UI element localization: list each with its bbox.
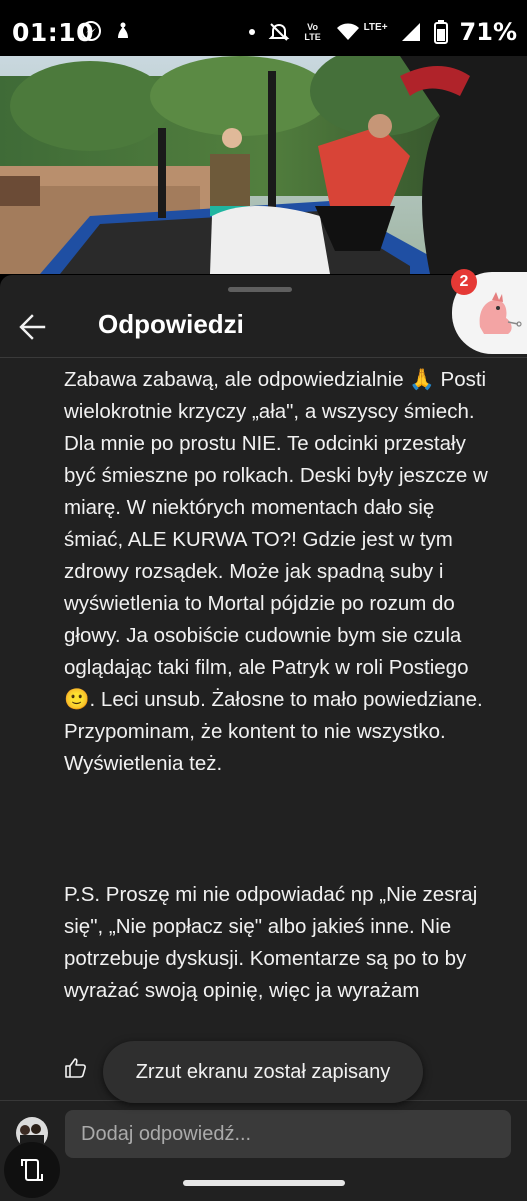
divider — [0, 357, 527, 358]
rotate-button[interactable] — [4, 1142, 60, 1198]
wifi-icon — [336, 23, 359, 40]
comment-body: Zabawa zabawą, ale odpowiedzialnie 🙏 Pos… — [64, 368, 494, 775]
signal-icon — [401, 23, 420, 41]
video-player[interactable] — [0, 56, 527, 274]
gesture-nav-handle[interactable] — [183, 1180, 345, 1186]
reply-input[interactable]: Dodaj odpowiedź... — [65, 1110, 511, 1158]
notification-badge: 2 — [451, 269, 477, 295]
screenshot-toast: Zrzut ekranu został zapisany — [103, 1041, 423, 1103]
thumbs-up-icon — [65, 1058, 86, 1078]
rotate-screen-icon — [21, 1159, 43, 1181]
dot-icon — [248, 29, 255, 35]
status-bar: 01:10 Vo LTE LTE+ 71% — [0, 0, 527, 64]
comment-ps: P.S. Proszę mi nie odpowiadać np „Nie ze… — [64, 883, 483, 1002]
like-button[interactable] — [64, 1056, 88, 1080]
battery-icon — [433, 20, 448, 44]
mute-icon — [268, 23, 289, 41]
shield-icon — [118, 22, 128, 38]
network-type: LTE+ — [363, 21, 388, 33]
messenger-icon — [81, 21, 101, 41]
page-title: Odpowiedzi — [98, 309, 244, 339]
arrow-left-icon — [19, 314, 46, 340]
volte-icon: Vo LTE — [304, 22, 321, 42]
drag-handle[interactable] — [228, 287, 292, 292]
battery-percent: 71% — [459, 18, 517, 46]
sheet-header: Odpowiedzi — [0, 297, 527, 357]
back-button[interactable] — [14, 307, 54, 347]
video-frame — [0, 56, 527, 274]
